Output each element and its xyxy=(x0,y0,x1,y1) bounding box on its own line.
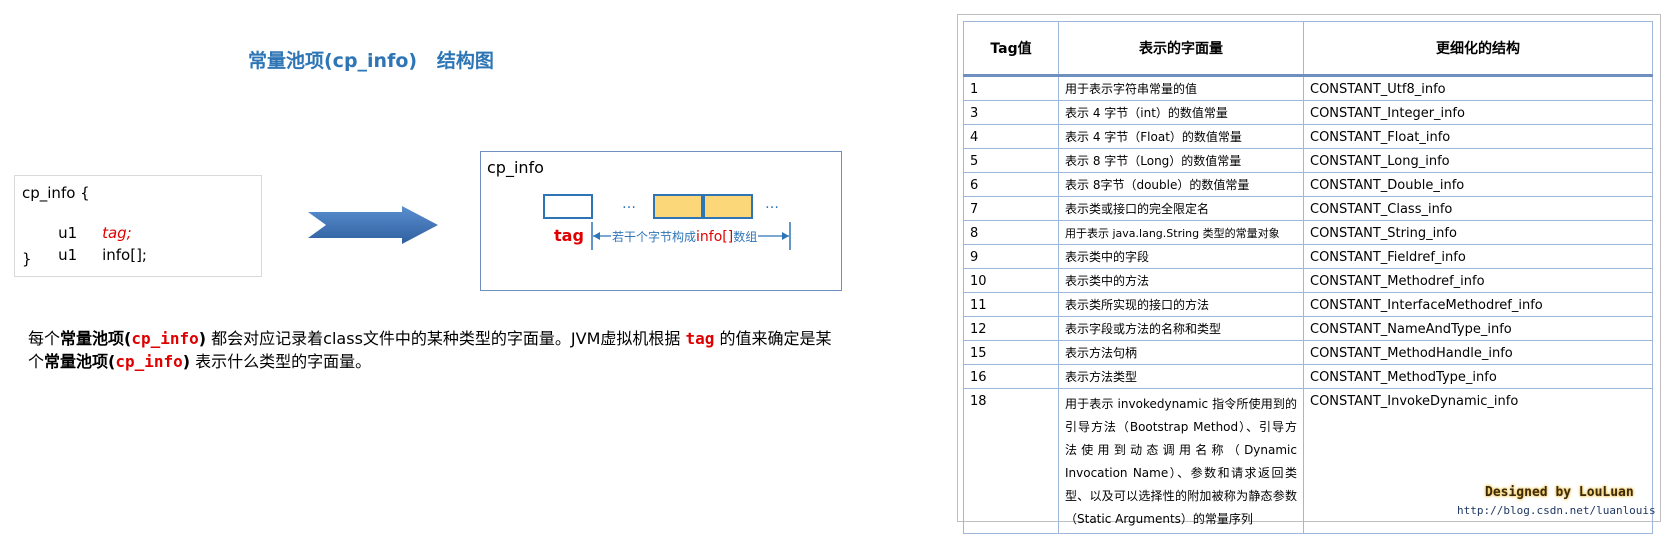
code-line-close: } xyxy=(22,250,32,268)
info-byte-cell xyxy=(653,194,703,219)
literal-desc: 用于表示字符串常量的值 xyxy=(1058,75,1304,101)
literal-desc: 表示类或接口的完全限定名 xyxy=(1058,196,1304,221)
tag-value: 6 xyxy=(963,172,1059,197)
tag-value: 3 xyxy=(963,100,1059,125)
table-row: 4 表示 4 字节（Float）的数值常量 CONSTANT_Float_info xyxy=(963,124,1653,149)
tag-value: 16 xyxy=(963,364,1059,389)
desc-code: tag xyxy=(685,329,715,348)
tag-value: 8 xyxy=(963,220,1059,245)
structure-name: CONSTANT_Utf8_info xyxy=(1303,75,1653,101)
structure-name: CONSTANT_Integer_info xyxy=(1303,100,1653,125)
structure-name: CONSTANT_Class_info xyxy=(1303,196,1653,221)
table-row: 16 表示方法类型 CONSTANT_MethodType_info xyxy=(963,364,1653,389)
tag-label: tag xyxy=(554,226,584,245)
desc-text: 每个 xyxy=(28,329,61,348)
literal-desc: 表示类中的字段 xyxy=(1058,244,1304,269)
structure-name: CONSTANT_MethodType_info xyxy=(1303,364,1653,389)
bracket-caption-prefix: 若干个字节构成 xyxy=(612,230,697,244)
designed-by-watermark: Designed by LouLuan xyxy=(1485,485,1634,500)
literal-desc: 表示方法句柄 xyxy=(1058,340,1304,365)
tag-value: 9 xyxy=(963,244,1059,269)
tag-value: 10 xyxy=(963,268,1059,293)
code-snippet: cp_info { u1 tag; u1 info[]; } xyxy=(14,175,262,277)
tag-value: 1 xyxy=(963,75,1059,101)
structure-name: CONSTANT_Fieldref_info xyxy=(1303,244,1653,269)
table-header-row: Tag值 表示的字面量 更细化的结构 xyxy=(963,21,1653,77)
tag-cell xyxy=(543,194,593,219)
code-type: u1 xyxy=(58,246,78,264)
tag-value: 4 xyxy=(963,124,1059,149)
col-header-literal: 表示的字面量 xyxy=(1058,21,1304,77)
desc-code: cp_info xyxy=(131,329,199,348)
structure-name: CONSTANT_String_info xyxy=(1303,220,1653,245)
literal-desc: 表示 4 字节（Float）的数值常量 xyxy=(1058,124,1304,149)
page-title: 常量池项(cp_info) 结构图 xyxy=(248,50,494,72)
desc-text: 都会对应记录着class文件中的某种类型的字面量。JVM虚拟机根据 xyxy=(206,329,686,348)
desc-bold: 常量池项( xyxy=(60,329,132,348)
literal-desc: 表示 8字节（double）的数值常量 xyxy=(1058,172,1304,197)
table-row: 7 表示类或接口的完全限定名 CONSTANT_Class_info xyxy=(963,196,1653,221)
bracket-caption-info: info[] xyxy=(696,229,734,245)
literal-desc: 表示 8 字节（Long）的数值常量 xyxy=(1058,148,1304,173)
ellipsis: … xyxy=(765,196,779,212)
table-row: 3 表示 4 字节（int）的数值常量 CONSTANT_Integer_info xyxy=(963,100,1653,125)
tag-value: 7 xyxy=(963,196,1059,221)
code-line-open: cp_info { xyxy=(22,184,90,202)
table-row: 10 表示类中的方法 CONSTANT_Methodref_info xyxy=(963,268,1653,293)
tag-value: 18 xyxy=(963,388,1059,534)
tag-value: 5 xyxy=(963,148,1059,173)
col-header-tag: Tag值 xyxy=(963,21,1059,77)
right-arrow-icon xyxy=(308,206,438,244)
literal-desc: 表示字段或方法的名称和类型 xyxy=(1058,316,1304,341)
col-header-structure: 更细化的结构 xyxy=(1303,21,1653,77)
table-row: 11 表示类所实现的接口的方法 CONSTANT_InterfaceMethodre… xyxy=(963,292,1653,317)
tag-value: 15 xyxy=(963,340,1059,365)
tag-value: 12 xyxy=(963,316,1059,341)
tag-table-panel: Tag值 表示的字面量 更细化的结构 1 用于表示字符串常量的值 CONSTANT_… xyxy=(957,14,1661,534)
structure-name: CONSTANT_Long_info xyxy=(1303,148,1653,173)
literal-desc: 表示类所实现的接口的方法 xyxy=(1058,292,1304,317)
table-row: 8 用于表示 java.lang.String 类型的常量对象 CONSTANT_S… xyxy=(963,220,1653,245)
info-byte-cell xyxy=(703,194,753,219)
desc-code: cp_info xyxy=(115,352,183,371)
ellipsis: … xyxy=(622,196,636,212)
code-info-name: info[]; xyxy=(102,246,147,264)
literal-desc: 表示类中的方法 xyxy=(1058,268,1304,293)
desc-text: 表示什么类型的字面量。 xyxy=(190,352,372,371)
diagram-title: cp_info xyxy=(487,158,544,177)
literal-desc: 表示 4 字节（int）的数值常量 xyxy=(1058,100,1304,125)
table-row: 5 表示 8 字节（Long）的数值常量 CONSTANT_Long_info xyxy=(963,148,1653,173)
desc-bold: ) xyxy=(182,352,191,371)
literal-desc: 表示方法类型 xyxy=(1058,364,1304,389)
table-row: 15 表示方法句柄 CONSTANT_MethodHandle_info xyxy=(963,340,1653,365)
table-row: 12 表示字段或方法的名称和类型 CONSTANT_NameAndType_info xyxy=(963,316,1653,341)
desc-bold: 常量池项( xyxy=(44,352,116,371)
description: 每个常量池项(cp_info) 都会对应记录着class文件中的某种类型的字面量… xyxy=(28,327,838,373)
code-line-info: u1 info[]; xyxy=(39,228,147,282)
desc-bold: ) xyxy=(198,329,207,348)
literal-desc: 用于表示 java.lang.String 类型的常量对象 xyxy=(1058,220,1304,245)
bracket-caption-suffix: 数组 xyxy=(733,230,758,244)
tag-value: 11 xyxy=(963,292,1059,317)
tag-table: Tag值 表示的字面量 更细化的结构 1 用于表示字符串常量的值 CONSTANT_… xyxy=(963,21,1653,534)
bracket-caption: 若干个字节构成info[]数组 xyxy=(611,228,759,245)
blog-url-watermark: http://blog.csdn.net/luanlouis xyxy=(1457,504,1656,517)
structure-name: CONSTANT_Methodref_info xyxy=(1303,268,1653,293)
table-row: 1 用于表示字符串常量的值 CONSTANT_Utf8_info xyxy=(963,75,1653,101)
cp-info-diagram: cp_info … … tag 若干个字节构成info[]数组 xyxy=(480,151,842,291)
structure-name: CONSTANT_MethodHandle_info xyxy=(1303,340,1653,365)
structure-name: CONSTANT_Float_info xyxy=(1303,124,1653,149)
structure-name: CONSTANT_InterfaceMethodref_info xyxy=(1303,292,1653,317)
structure-name: CONSTANT_NameAndType_info xyxy=(1303,316,1653,341)
table-row: 9 表示类中的字段 CONSTANT_Fieldref_info xyxy=(963,244,1653,269)
table-row: 6 表示 8字节（double）的数值常量 CONSTANT_Double_info xyxy=(963,172,1653,197)
literal-desc: 用于表示 invokedynamic 指令所使用到的引导方法（Bootstrap… xyxy=(1058,388,1304,534)
structure-name: CONSTANT_Double_info xyxy=(1303,172,1653,197)
